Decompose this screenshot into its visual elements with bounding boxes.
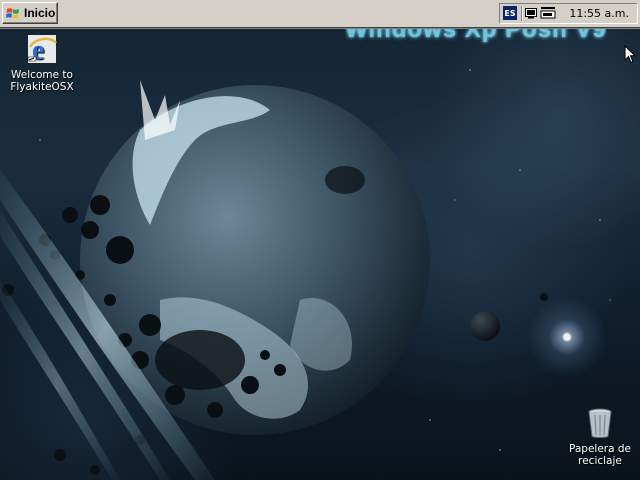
start-button-label: Inicio [24,6,56,20]
system-tray: ES 11:55 a.m. [499,3,638,24]
desktop-icon-welcome[interactable]: e Welcome to FlyakiteOSX [2,33,82,93]
internet-explorer-icon: e [27,35,58,65]
mouse-pointer-icon [624,45,636,64]
power-icon[interactable] [540,6,556,19]
tray-separator [521,6,522,21]
desktop-icon-recycle-bin[interactable]: Papelera de reciclaje [560,407,640,467]
desktop-icon-welcome-label: Welcome to FlyakiteOSX [10,69,74,93]
display-icon[interactable] [525,7,537,19]
desktop-icon-recycle-bin-label: Papelera de reciclaje [568,443,631,467]
language-indicator[interactable]: ES [503,6,517,20]
start-button[interactable]: Inicio [2,2,58,24]
windows-flag-icon [6,7,19,19]
taskbar: Inicio ES 11:55 a.m. [0,0,640,29]
desktop[interactable]: Windows Xp Posh V9 e Welcome to Flyakite… [0,0,640,480]
recycle-bin-icon [588,408,612,438]
clock[interactable]: 11:55 a.m. [569,7,629,20]
wallpaper-image [0,69,611,480]
